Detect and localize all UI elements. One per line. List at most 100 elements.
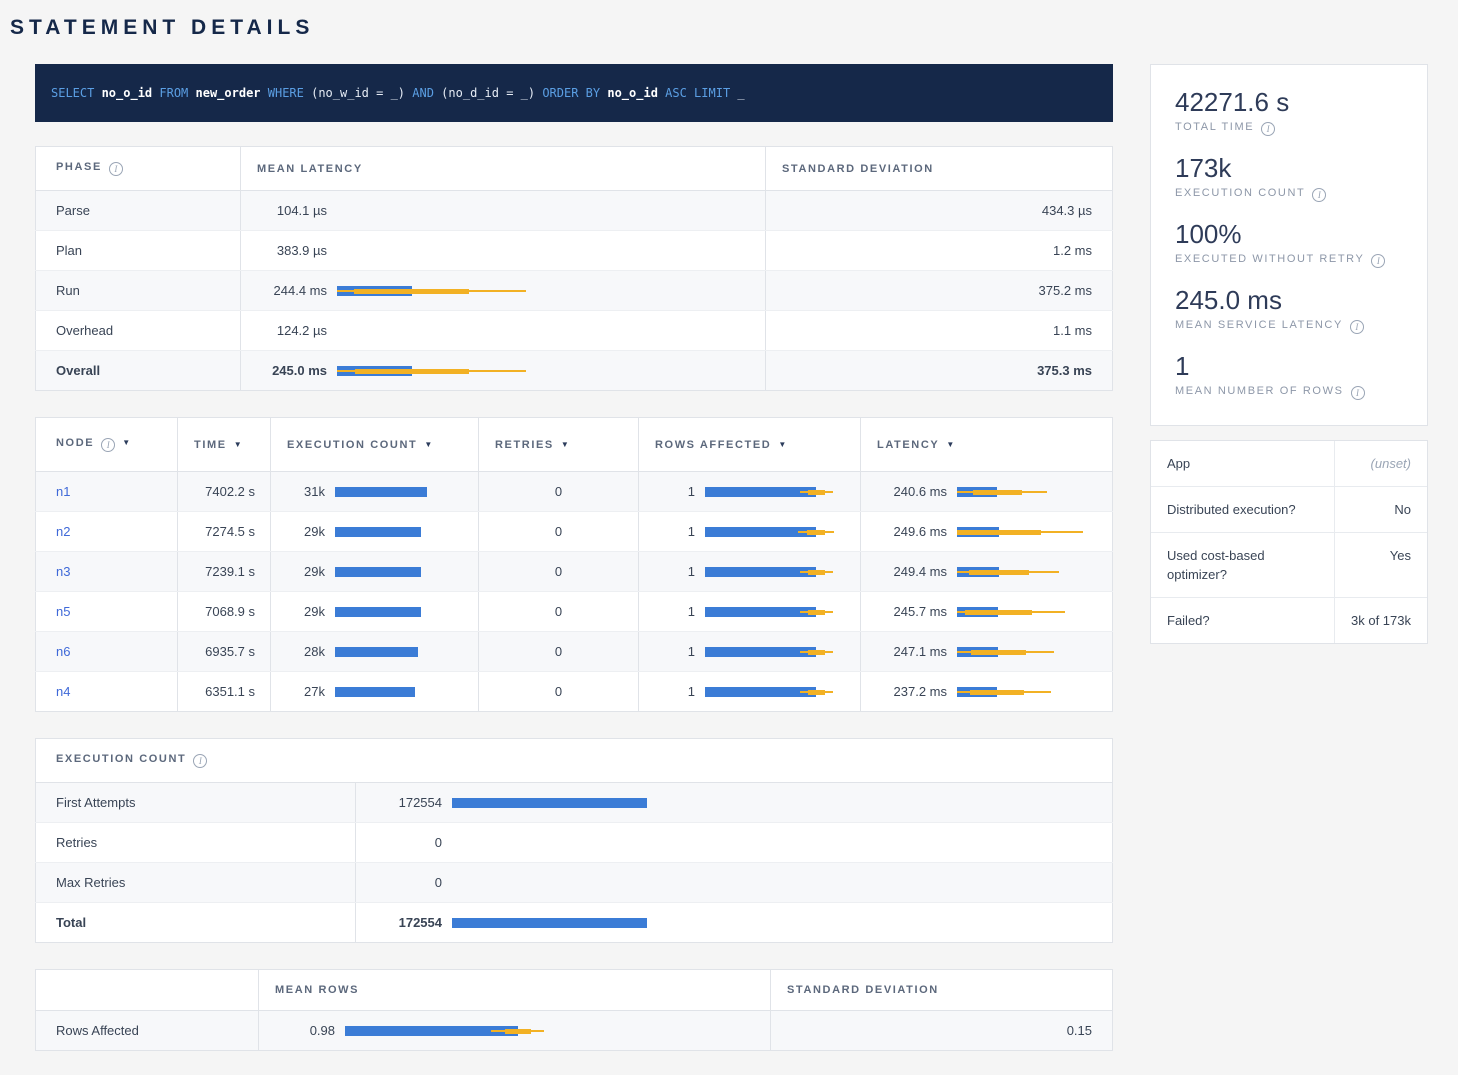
bar-chart bbox=[705, 486, 844, 498]
stddev-bar bbox=[971, 650, 1026, 655]
time-column-header[interactable]: Time▼ bbox=[178, 418, 271, 472]
info-icon[interactable]: i bbox=[101, 438, 115, 452]
sql-token: no_o_id bbox=[102, 86, 160, 100]
node-row: n1 7402.2 s 31k 0 1 240.6 ms bbox=[36, 472, 1113, 512]
column-header-label: Node bbox=[56, 437, 94, 449]
node-link[interactable]: n2 bbox=[56, 524, 70, 539]
summary-stat: 42271.6 s Total Timei bbox=[1175, 87, 1403, 136]
info-icon[interactable]: i bbox=[1351, 386, 1365, 400]
node-link[interactable]: n6 bbox=[56, 644, 70, 659]
node-cell: n1 bbox=[36, 472, 178, 512]
bar-chart bbox=[335, 686, 462, 698]
caret-down-icon: ▼ bbox=[946, 440, 954, 449]
sql-token: AND bbox=[412, 86, 441, 100]
stddev-bar bbox=[355, 369, 470, 374]
info-icon[interactable]: i bbox=[1350, 320, 1364, 334]
node-time-value: 7068.9 s bbox=[178, 592, 271, 632]
phase-label: Overhead bbox=[36, 311, 241, 351]
stddev-bar bbox=[965, 610, 1032, 615]
execution-count-value: 172554 bbox=[372, 915, 442, 930]
node-cell: n3 bbox=[36, 552, 178, 592]
node-execution-count-cell: 29k bbox=[271, 512, 479, 552]
node-table: Nodei▼ Time▼ Execution Count▼ Retries▼ R… bbox=[35, 417, 1113, 712]
latency-value: 245.7 ms bbox=[877, 604, 947, 619]
column-header-label: Time bbox=[194, 439, 227, 451]
node-time-value: 6935.7 s bbox=[178, 632, 271, 672]
stat-value: 1 bbox=[1175, 351, 1403, 382]
execution-count-label: Total bbox=[36, 903, 356, 943]
bar-chart bbox=[337, 285, 749, 297]
info-icon[interactable]: i bbox=[109, 162, 123, 176]
node-rows-affected-cell: 1 bbox=[639, 672, 861, 712]
info-icon[interactable]: i bbox=[1261, 122, 1275, 136]
column-header-label: Mean Latency bbox=[257, 163, 363, 175]
execution-count-column-header[interactable]: Execution Count▼ bbox=[271, 418, 479, 472]
bar-chart bbox=[452, 837, 1096, 849]
latency-column-header[interactable]: Latency▼ bbox=[861, 418, 1113, 472]
node-retries-value: 0 bbox=[479, 552, 639, 592]
node-cell: n4 bbox=[36, 672, 178, 712]
bar-chart bbox=[335, 486, 462, 498]
phase-label: Overall bbox=[36, 351, 241, 391]
stddev-bar bbox=[807, 530, 825, 535]
node-link[interactable]: n4 bbox=[56, 684, 70, 699]
bar-chart bbox=[337, 365, 749, 377]
stddev-bar bbox=[970, 690, 1024, 695]
caret-down-icon: ▼ bbox=[561, 440, 569, 449]
node-column-header[interactable]: Nodei▼ bbox=[36, 418, 178, 472]
sql-statement: SELECT no_o_id FROM new_order WHERE (no_… bbox=[35, 64, 1113, 122]
detail-row: Used cost-based optimizer? Yes bbox=[1151, 533, 1427, 598]
sql-token: no_o_id bbox=[607, 86, 665, 100]
detail-label: Failed? bbox=[1151, 598, 1335, 643]
node-cell: n5 bbox=[36, 592, 178, 632]
mean-latency-value: 124.2 µs bbox=[257, 323, 327, 338]
rows-affected-value: 1 bbox=[655, 524, 695, 539]
sql-token: ASC LIMIT bbox=[665, 86, 737, 100]
node-row: n4 6351.1 s 27k 0 1 237.2 ms bbox=[36, 672, 1113, 712]
execution-count-value: 28k bbox=[287, 644, 325, 659]
node-link[interactable]: n3 bbox=[56, 564, 70, 579]
table-header-row: Phasei Mean Latency Standard Deviation bbox=[36, 147, 1113, 191]
node-link[interactable]: n5 bbox=[56, 604, 70, 619]
node-retries-value: 0 bbox=[479, 512, 639, 552]
execution-count-cell: 0 bbox=[356, 823, 1113, 863]
summary-stats-card: 42271.6 s Total Timei 173k Execution Cou… bbox=[1150, 64, 1428, 426]
rows-affected-value: 1 bbox=[655, 684, 695, 699]
phase-column-header: Phasei bbox=[36, 147, 241, 191]
node-time-value: 7274.5 s bbox=[178, 512, 271, 552]
retries-column-header[interactable]: Retries▼ bbox=[479, 418, 639, 472]
bar-chart bbox=[335, 566, 462, 578]
statement-attributes-card: App (unset) Distributed execution? No Us… bbox=[1150, 440, 1428, 644]
execution-count-value: 29k bbox=[287, 524, 325, 539]
latency-value: 247.1 ms bbox=[877, 644, 947, 659]
table-header-row: Execution Count i bbox=[36, 739, 1113, 783]
bar-chart bbox=[957, 566, 1096, 578]
execution-count-label: Retries bbox=[36, 823, 356, 863]
info-icon[interactable]: i bbox=[193, 754, 207, 768]
stddev-bar bbox=[808, 570, 825, 575]
node-table-header: Nodei▼ Time▼ Execution Count▼ Retries▼ R… bbox=[36, 418, 1113, 472]
rows-affected-column-header[interactable]: Rows Affected▼ bbox=[639, 418, 861, 472]
node-time-value: 7402.2 s bbox=[178, 472, 271, 512]
mean-bar bbox=[335, 487, 427, 497]
info-icon[interactable]: i bbox=[1312, 188, 1326, 202]
node-retries-value: 0 bbox=[479, 632, 639, 672]
node-retries-value: 0 bbox=[479, 592, 639, 632]
node-execution-count-cell: 28k bbox=[271, 632, 479, 672]
bar-chart bbox=[957, 486, 1096, 498]
column-header-label: Execution Count bbox=[56, 753, 186, 765]
table-header-row: Nodei▼ Time▼ Execution Count▼ Retries▼ R… bbox=[36, 418, 1113, 472]
node-link[interactable]: n1 bbox=[56, 484, 70, 499]
info-icon[interactable]: i bbox=[1371, 254, 1385, 268]
rows-affected-value: 1 bbox=[655, 644, 695, 659]
sql-token: SELECT bbox=[51, 86, 102, 100]
statement-details-page: STATEMENT DETAILS SELECT no_o_id FROM ne… bbox=[0, 0, 1458, 1075]
page-title: STATEMENT DETAILS bbox=[10, 16, 1444, 40]
execution-count-row: First Attempts 172554 bbox=[36, 783, 1113, 823]
detail-label: Used cost-based optimizer? bbox=[1151, 533, 1335, 597]
mean-bar bbox=[335, 527, 421, 537]
execution-count-cell: 172554 bbox=[356, 783, 1113, 823]
mean-latency-value: 104.1 µs bbox=[257, 203, 327, 218]
column-header-label: Phase bbox=[56, 161, 102, 173]
mean-rows-column-header: Mean Rows bbox=[259, 970, 771, 1011]
